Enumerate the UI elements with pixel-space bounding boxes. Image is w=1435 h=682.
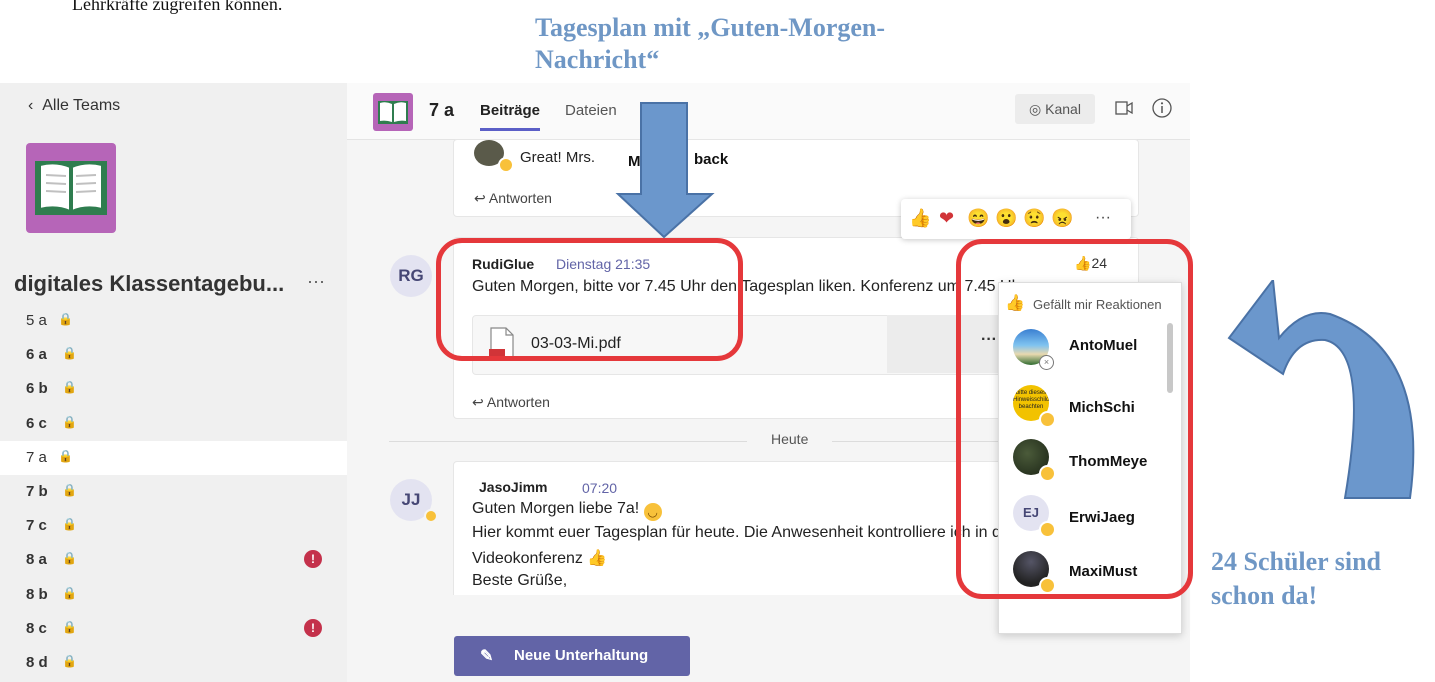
- reply-button[interactable]: ↩ Antworten: [474, 190, 552, 207]
- eye-icon: ◎: [1029, 101, 1046, 117]
- lock-icon: 🔒: [62, 346, 77, 361]
- sidebar-channel[interactable]: 6 b 🔒: [0, 372, 347, 406]
- curved-arrow-annotation: [1227, 280, 1415, 499]
- channel-label: 7 b: [26, 483, 48, 500]
- lock-icon: 🔒: [62, 483, 77, 497]
- annotation-right: 24 Schüler sind schon da!: [1211, 547, 1382, 610]
- like-reaction-icon[interactable]: 👍: [909, 208, 931, 229]
- channel-label: 5 a: [26, 312, 47, 329]
- tab-dateien[interactable]: Dateien: [565, 102, 617, 119]
- highlight-box-likes: [956, 239, 1193, 599]
- message-line-1: Guten Morgen liebe 7a! ◡: [472, 500, 662, 521]
- kanal-button[interactable]: ◎ Kanal: [1015, 94, 1095, 124]
- document-text: Lehrkräfte zugreifen können.: [72, 0, 283, 14]
- sidebar: ‹ Alle Teams digitales Klassentagebu... …: [0, 83, 347, 682]
- lock-icon: 🔒: [62, 517, 77, 532]
- sad-reaction-icon[interactable]: 😟: [1023, 208, 1045, 229]
- channel-label: 7 a: [26, 448, 47, 466]
- team-name: digitales Klassentagebu...: [14, 271, 285, 296]
- reply-button[interactable]: ↩ Antworten: [472, 394, 550, 411]
- heart-reaction-icon[interactable]: ❤: [939, 208, 954, 229]
- sidebar-channel[interactable]: 8 c 🔒!: [0, 612, 347, 646]
- sidebar-channel[interactable]: 7 a 🔒: [0, 440, 347, 475]
- sidebar-channel[interactable]: 8 a 🔒!: [0, 543, 347, 577]
- lock-icon: 🔒: [62, 414, 77, 429]
- channel-label: 8 a: [26, 551, 47, 569]
- sidebar-channel[interactable]: 8 d 🔒: [0, 646, 347, 680]
- back-to-teams[interactable]: ‹ Alle Teams: [28, 97, 120, 115]
- channel-label: 8 c: [26, 619, 47, 637]
- message-line-3: Videokonferenz 👍: [472, 550, 608, 567]
- author-name[interactable]: JasoJimm: [479, 479, 547, 495]
- status-away-icon: [424, 509, 438, 523]
- sidebar-channel[interactable]: 7 b 🔒: [0, 475, 347, 509]
- alert-badge-icon: !: [304, 618, 322, 637]
- reply-arrow-icon: ↩: [474, 190, 489, 206]
- down-arrow-annotation: [615, 102, 715, 239]
- channel-label: 8 b: [26, 585, 48, 603]
- chevron-left-icon: ‹: [28, 97, 43, 114]
- sidebar-channel[interactable]: 8 b 🔒: [0, 578, 347, 612]
- message-text: Great! Mrs.: [520, 149, 596, 166]
- sidebar-channel[interactable]: 6 c 🔒: [0, 407, 347, 441]
- laugh-reaction-icon[interactable]: 😄: [967, 208, 989, 229]
- info-icon[interactable]: [1151, 97, 1173, 119]
- book-icon: [35, 161, 107, 215]
- video-call-icon[interactable]: [1115, 99, 1133, 117]
- channel-label: 6 c: [26, 414, 47, 432]
- lock-icon: 🔒: [62, 551, 77, 566]
- team-logo: [26, 143, 116, 233]
- team-more-button[interactable]: ···: [307, 271, 325, 292]
- channel-header: 7 a Beiträge Dateien + ◎ Kanal: [347, 83, 1190, 140]
- smiley-icon: ◡: [643, 503, 662, 521]
- timestamp: 07:20: [582, 480, 618, 496]
- lock-icon: 🔒: [58, 448, 73, 463]
- compose-icon: ✎: [480, 648, 494, 665]
- book-icon: [378, 101, 408, 124]
- sidebar-channel[interactable]: 6 a 🔒: [0, 338, 347, 372]
- lock-icon: 🔒: [58, 312, 73, 326]
- message-line-4: Beste Grüße,: [472, 572, 568, 589]
- lock-icon: 🔒: [62, 380, 77, 395]
- annotation-top: Tagesplan mit „Guten-Morgen-Nachricht“: [535, 13, 886, 74]
- channel-label: 6 a: [26, 346, 47, 364]
- channel-label: 7 c: [26, 517, 47, 535]
- lock-icon: 🔒: [62, 585, 77, 600]
- new-conversation-button[interactable]: ✎ Neue Unterhaltung: [454, 636, 690, 676]
- thumbs-up-icon: 👍: [587, 550, 608, 567]
- avatar-rg[interactable]: RG: [390, 255, 432, 297]
- sidebar-channel[interactable]: 7 c 🔒: [0, 509, 347, 543]
- angry-reaction-icon[interactable]: 😠: [1051, 208, 1073, 229]
- reply-arrow-icon: ↩: [472, 394, 487, 410]
- surprised-reaction-icon[interactable]: 😮: [995, 208, 1017, 229]
- more-actions-button[interactable]: ···: [1095, 209, 1111, 227]
- status-away-icon: [498, 157, 514, 173]
- lock-icon: 🔒: [62, 619, 77, 634]
- lock-icon: 🔒: [62, 654, 77, 668]
- channel-label: 8 d: [26, 654, 48, 671]
- highlight-box-message: [436, 238, 743, 361]
- channel-label: 6 b: [26, 380, 48, 398]
- date-divider: Heute: [747, 431, 833, 447]
- team-logo-small: [373, 93, 413, 131]
- reaction-bar: 👍 ❤ 😄 😮 😟 😠 ···: [901, 199, 1131, 239]
- sidebar-channel[interactable]: 5 a 🔒: [0, 304, 347, 338]
- channel-name: 7 a: [429, 100, 455, 120]
- alert-badge-icon: !: [304, 550, 322, 569]
- tab-beitraege[interactable]: Beiträge: [480, 102, 541, 131]
